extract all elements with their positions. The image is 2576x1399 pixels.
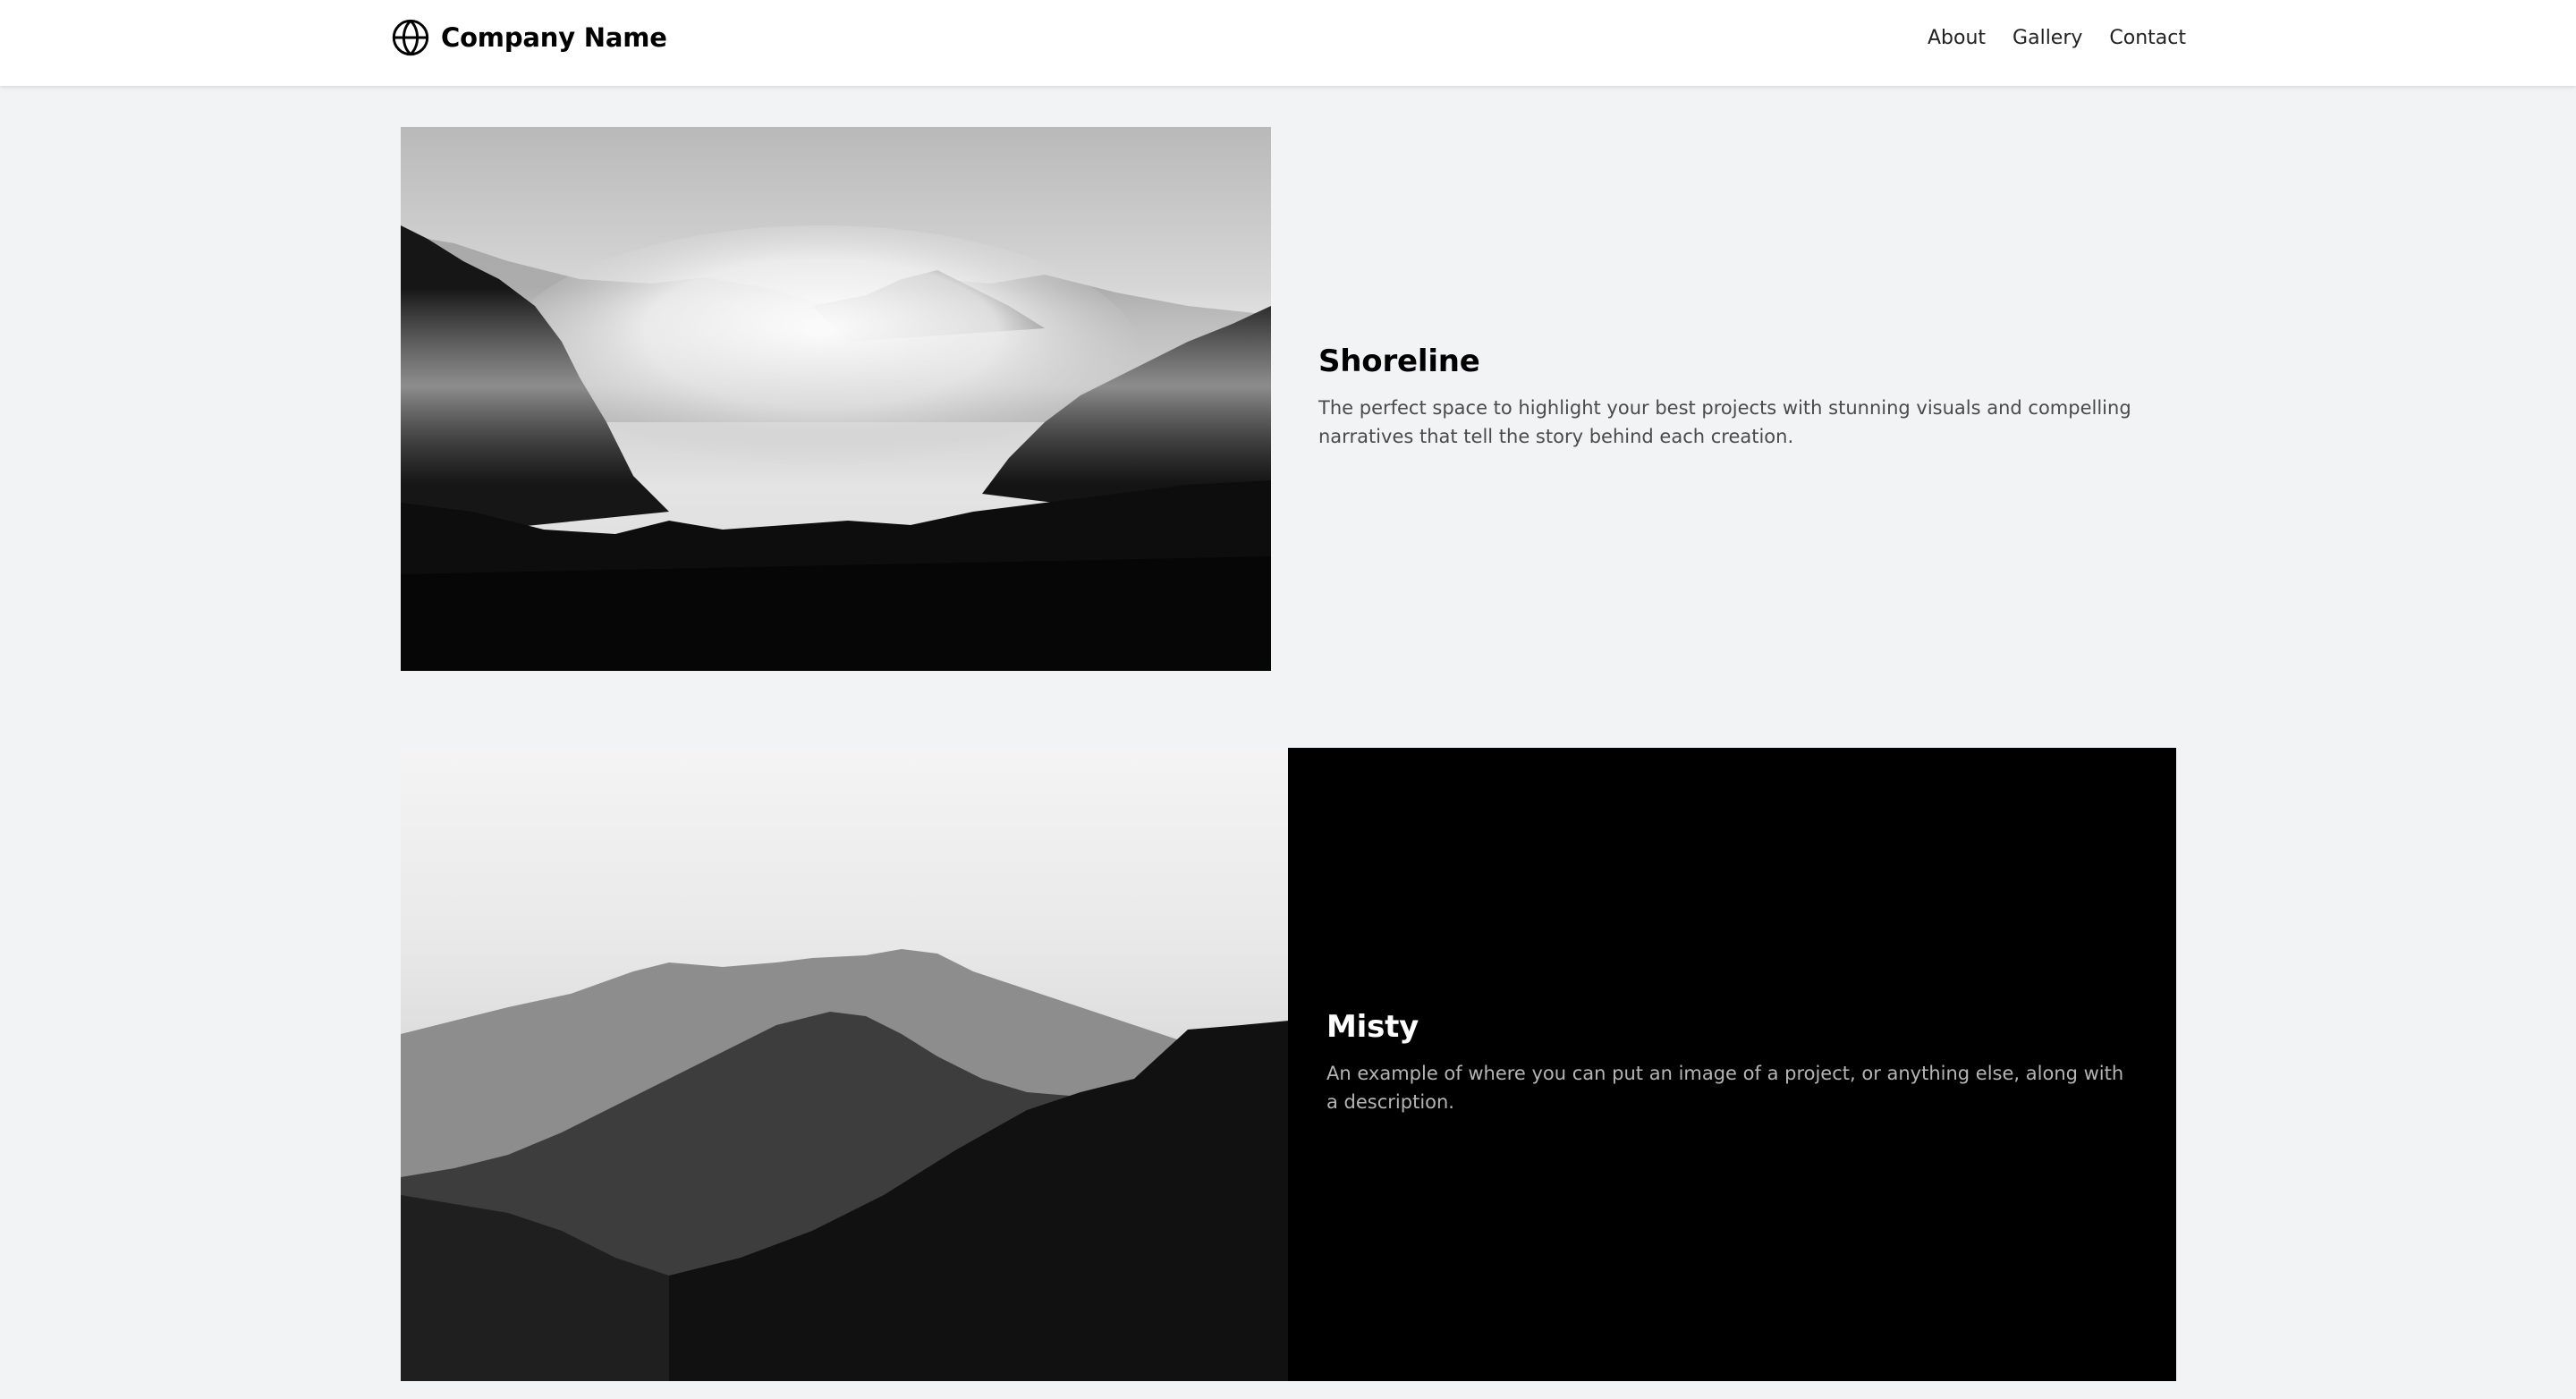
foggy-mountain-forest-photo — [401, 127, 1271, 671]
main-nav: About Gallery Contact — [1928, 21, 2186, 54]
section-shoreline-text: Shoreline The perfect space to highlight… — [1318, 343, 2168, 451]
section-description-shoreline: The perfect space to highlight your best… — [1318, 397, 2131, 447]
nav-link-about[interactable]: About — [1928, 27, 1986, 49]
brand-name: Company Name — [441, 22, 667, 53]
navbar: Company Name About Gallery Contact — [0, 0, 2576, 86]
section-misty-text: Misty An example of where you can put an… — [1326, 1009, 2131, 1116]
layered-mountain-ridges-photo — [401, 748, 1289, 1381]
nav-link-contact[interactable]: Contact — [2109, 27, 2186, 49]
section-title-misty: Misty — [1326, 1009, 1419, 1045]
globe-icon — [391, 18, 430, 57]
nav-link-gallery[interactable]: Gallery — [2012, 27, 2082, 49]
section-title-shoreline: Shoreline — [1318, 343, 1480, 379]
section-description-misty: An example of where you can put an image… — [1326, 1063, 2124, 1113]
brand-link[interactable]: Company Name — [391, 18, 667, 57]
